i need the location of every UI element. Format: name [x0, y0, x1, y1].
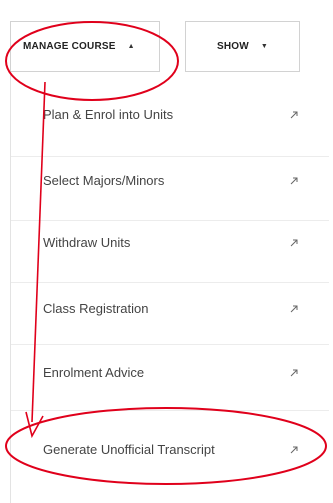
menu-item-enrolment-advice[interactable]: Enrolment Advice [11, 344, 329, 400]
external-link-icon [289, 176, 299, 186]
show-label: SHOW [216, 41, 249, 52]
menu-item-label: Plan & Enrol into Units [43, 106, 174, 122]
external-link-icon [289, 368, 299, 378]
menu-item-withdraw-units[interactable]: Withdraw Units [11, 214, 329, 270]
external-link-icon [289, 445, 299, 455]
show-tab[interactable]: SHOW ▼ [185, 21, 300, 72]
external-link-icon [289, 238, 299, 248]
page: MANAGE COURSE ▲ SHOW ▼ Plan & Enrol into… [0, 0, 333, 503]
menu-item-plan-enrol[interactable]: Plan & Enrol into Units [11, 86, 329, 142]
menu-item-label: Withdraw Units [43, 234, 131, 250]
divider [11, 410, 329, 411]
menu-item-class-registration[interactable]: Class Registration [11, 280, 329, 336]
menu-item-label: Class Registration [43, 300, 149, 316]
manage-course-label: MANAGE COURSE [23, 41, 116, 52]
manage-course-dropdown: Plan & Enrol into Units Select Majors/Mi… [10, 72, 329, 503]
caret-down-icon: ▼ [260, 43, 269, 50]
external-link-icon [289, 110, 299, 120]
menu-item-label: Generate Unofficial Transcript [43, 441, 215, 457]
menu-item-label: Select Majors/Minors [43, 172, 165, 188]
external-link-icon [289, 304, 299, 314]
menu-item-generate-transcript[interactable]: Generate Unofficial Transcript [11, 421, 329, 477]
menu-item-label: Enrolment Advice [43, 364, 145, 380]
manage-course-tab[interactable]: MANAGE COURSE ▲ [10, 21, 160, 72]
menu-item-select-majors[interactable]: Select Majors/Minors [11, 152, 329, 208]
caret-up-icon: ▲ [127, 43, 135, 50]
